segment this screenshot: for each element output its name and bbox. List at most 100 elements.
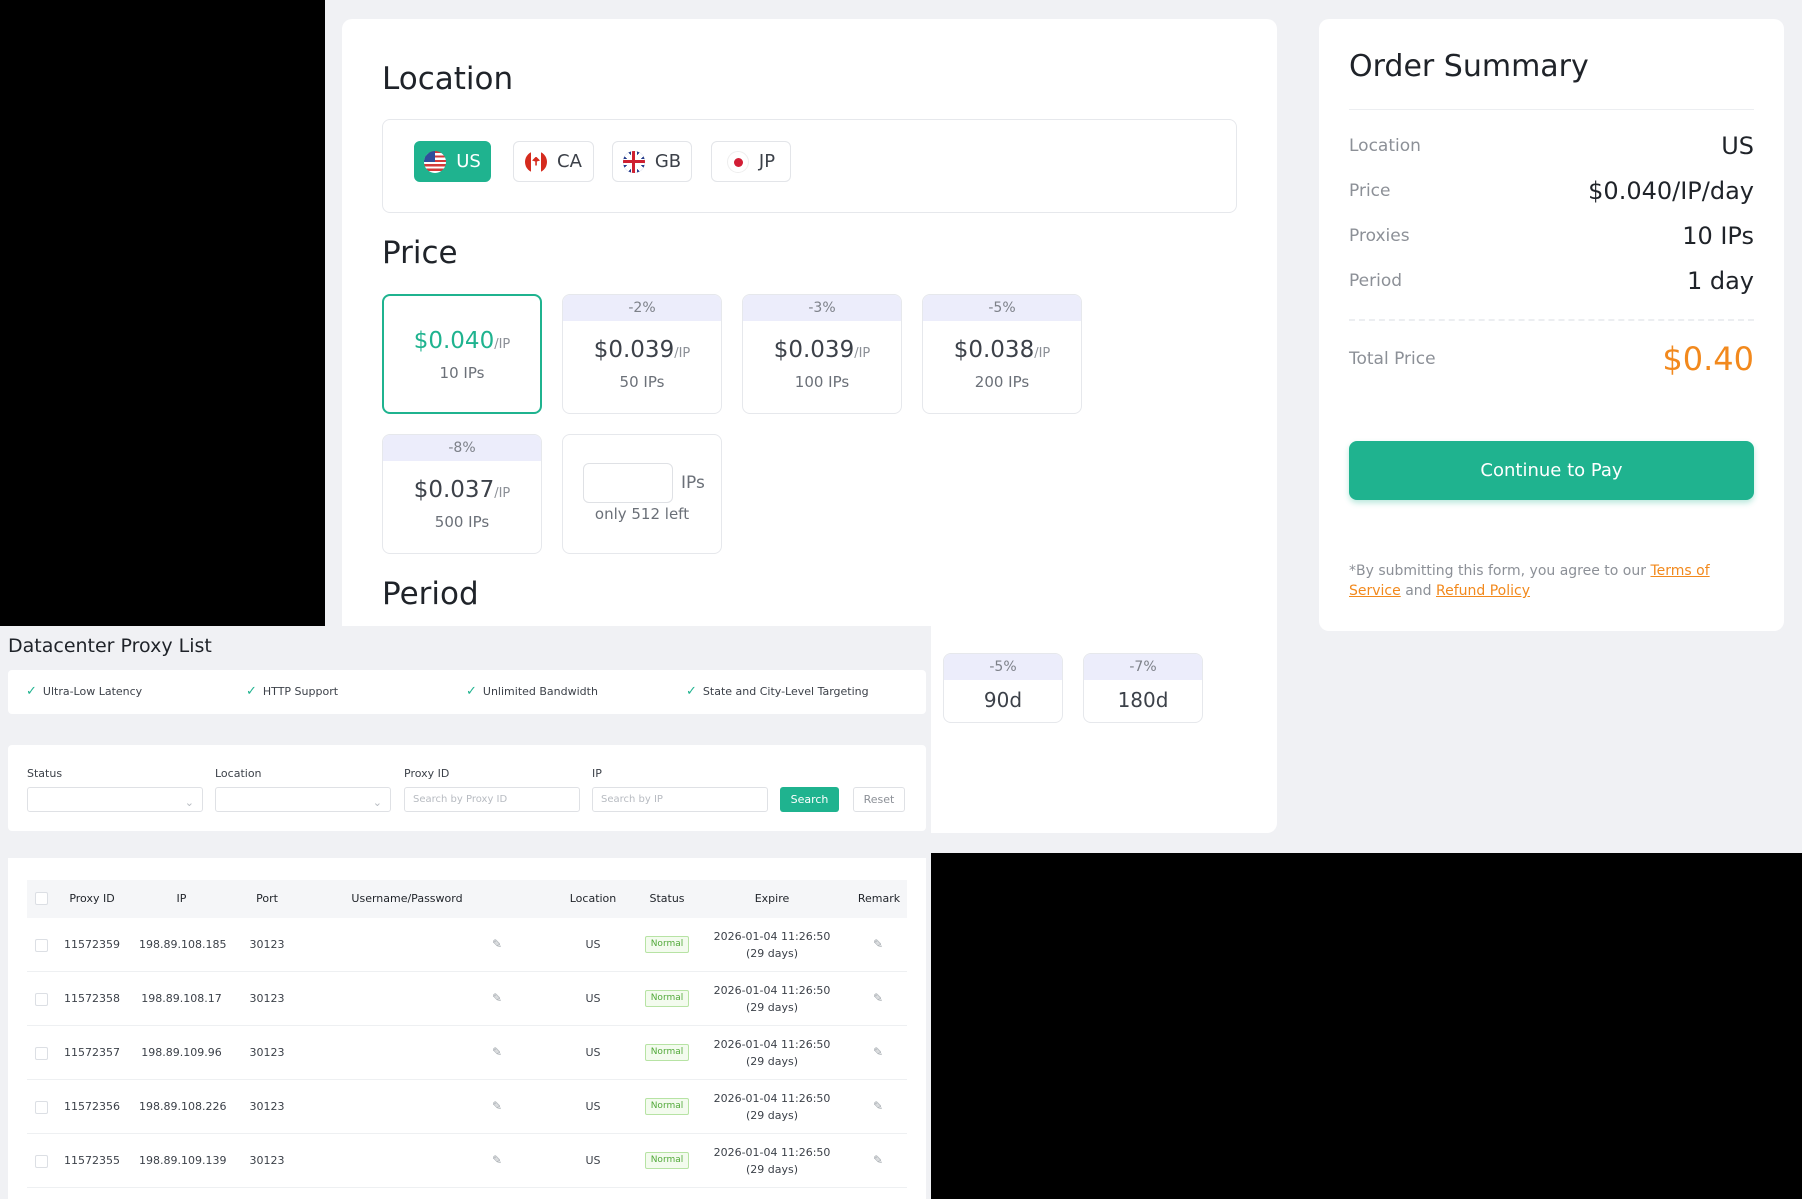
total-value: $0.40: [1662, 340, 1754, 378]
expire-cell: 2026-01-04 11:26:50 (29 days): [702, 1144, 842, 1178]
total-label: Total Price: [1349, 349, 1436, 369]
expire-days: (29 days): [745, 1109, 799, 1122]
reset-button[interactable]: Reset: [853, 787, 905, 812]
ip-cell: 198.89.108.226: [139, 1100, 227, 1113]
location-select[interactable]: ⌄: [215, 787, 391, 812]
tier-price: $0.039/IP: [563, 337, 721, 363]
status-badge: Normal: [645, 990, 689, 1007]
edit-credentials-icon[interactable]: ✎: [492, 1045, 502, 1059]
tier-qty: 10 IPs: [439, 364, 485, 382]
feature-item: ✓ Unlimited Bandwidth: [466, 684, 598, 699]
summary-dashed-divider: [1349, 319, 1754, 321]
location-option-label: US: [456, 151, 481, 172]
row-checkbox[interactable]: [35, 939, 48, 952]
summary-divider: [1349, 109, 1754, 110]
port-cell: 30123: [249, 1046, 285, 1059]
feature-item: ✓ HTTP Support: [246, 684, 338, 699]
row-checkbox[interactable]: [35, 993, 48, 1006]
custom-ip-unit: IPs: [681, 473, 705, 493]
column-header: Status: [649, 892, 685, 905]
location-filter-label: Location: [215, 767, 262, 780]
ca-flag-icon: [525, 150, 548, 173]
location-selector: US CA GB JP: [382, 119, 1237, 213]
tier-price-unit: /IP: [674, 346, 691, 361]
ip-cell: 198.89.108.17: [141, 992, 222, 1005]
status-select[interactable]: ⌄: [27, 787, 203, 812]
expire-date: 2026-01-04 11:26:50: [713, 1092, 831, 1105]
tier-price-value: $0.037: [413, 477, 495, 503]
price-tier-100[interactable]: -3% $0.039/IP 100 IPs: [742, 294, 902, 414]
chevron-down-icon: ⌄: [184, 796, 194, 809]
tier-price-unit: /IP: [494, 486, 511, 501]
expire-days: (29 days): [745, 947, 799, 960]
search-button[interactable]: Search: [780, 787, 839, 812]
edit-remark-icon[interactable]: ✎: [873, 1099, 883, 1113]
expire-date: 2026-01-04 11:26:50: [713, 984, 831, 997]
expire-days: (29 days): [745, 1055, 799, 1068]
period-option-180d[interactable]: -7% 180d: [1083, 653, 1203, 723]
price-tier-500[interactable]: -8% $0.037/IP 500 IPs: [382, 434, 542, 554]
summary-value: $0.040/IP/day: [1588, 177, 1754, 205]
tier-discount: -3%: [743, 295, 901, 321]
status-badge: Normal: [645, 1098, 689, 1115]
tier-qty: 500 IPs: [434, 513, 490, 531]
table-row: 11572359 198.89.108.185 30123 ✎ US Norma…: [27, 918, 907, 972]
tier-price: $0.038/IP: [923, 337, 1081, 363]
expire-days: (29 days): [745, 1001, 799, 1014]
edit-credentials-icon[interactable]: ✎: [492, 1153, 502, 1167]
proxy-id-search-input[interactable]: Search by Proxy ID: [404, 787, 580, 812]
check-icon: ✓: [466, 684, 477, 699]
tier-price-value: $0.038: [953, 337, 1035, 363]
edit-remark-icon[interactable]: ✎: [873, 1153, 883, 1167]
price-tier-200[interactable]: -5% $0.038/IP 200 IPs: [922, 294, 1082, 414]
summary-row-proxies: Proxies 10 IPs: [1349, 222, 1754, 250]
price-tier-50[interactable]: -2% $0.039/IP 50 IPs: [562, 294, 722, 414]
row-checkbox[interactable]: [35, 1047, 48, 1060]
location-option-jp[interactable]: JP: [711, 141, 791, 182]
edit-remark-icon[interactable]: ✎: [873, 991, 883, 1005]
tier-discount: -2%: [563, 295, 721, 321]
filter-bar: Status ⌄ Location ⌄ Proxy ID Search by P…: [8, 745, 926, 831]
status-filter-label: Status: [27, 767, 63, 780]
edit-remark-icon[interactable]: ✎: [873, 937, 883, 951]
continue-to-pay-button[interactable]: Continue to Pay: [1349, 441, 1754, 500]
feature-item: ✓ State and City-Level Targeting: [686, 684, 869, 699]
feature-label: HTTP Support: [262, 685, 339, 698]
period-label: 90d: [983, 688, 1023, 712]
agree-text: *By submitting this form, you agree to o…: [1349, 563, 1647, 579]
location-cell: US: [585, 1100, 601, 1113]
edit-credentials-icon[interactable]: ✎: [492, 937, 502, 951]
location-option-ca[interactable]: CA: [513, 141, 594, 182]
column-header: Location: [569, 892, 617, 905]
feature-label: State and City-Level Targeting: [702, 685, 869, 698]
tier-price: $0.037/IP: [383, 477, 541, 503]
row-checkbox[interactable]: [35, 1155, 48, 1168]
edit-credentials-icon[interactable]: ✎: [492, 1099, 502, 1113]
refund-policy-link[interactable]: Refund Policy: [1436, 583, 1530, 599]
ip-search-input[interactable]: Search by IP: [592, 787, 768, 812]
period-label: 180d: [1117, 688, 1169, 712]
summary-value: 1 day: [1686, 267, 1754, 295]
period-option-90d[interactable]: -5% 90d: [943, 653, 1063, 723]
location-option-gb[interactable]: GB: [612, 141, 692, 182]
check-icon: ✓: [686, 684, 697, 699]
summary-label: Location: [1349, 136, 1421, 156]
proxy-id-cell: 11572359: [64, 938, 120, 951]
expire-cell: 2026-01-04 11:26:50 (29 days): [702, 928, 842, 962]
summary-label: Period: [1349, 271, 1403, 291]
summary-row-price: Price $0.040/IP/day: [1349, 177, 1754, 205]
row-checkbox[interactable]: [35, 1101, 48, 1114]
edit-remark-icon[interactable]: ✎: [873, 1045, 883, 1059]
price-tier-custom: IPs only 512 left: [562, 434, 722, 554]
tier-price: $0.039/IP: [743, 337, 901, 363]
select-all-checkbox[interactable]: [35, 892, 48, 905]
port-cell: 30123: [249, 992, 285, 1005]
location-option-us[interactable]: US: [414, 141, 491, 182]
feature-item: ✓ Ultra-Low Latency: [26, 684, 142, 699]
expire-cell: 2026-01-04 11:26:50 (29 days): [702, 1090, 842, 1124]
port-cell: 30123: [249, 1154, 285, 1167]
price-tier-10[interactable]: $0.040/IP 10 IPs: [382, 294, 542, 414]
feature-bar: ✓ Ultra-Low Latency ✓ HTTP Support ✓ Unl…: [8, 670, 926, 714]
custom-ip-quantity-input[interactable]: [583, 463, 673, 503]
edit-credentials-icon[interactable]: ✎: [492, 991, 502, 1005]
